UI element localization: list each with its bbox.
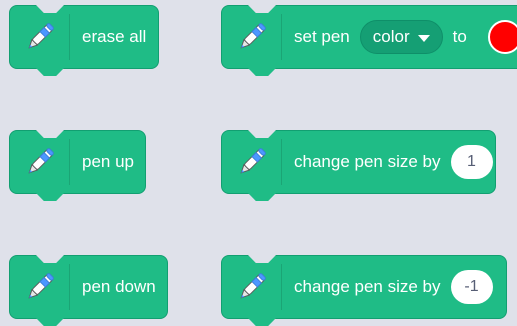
set-pen-label: set pen <box>294 27 350 46</box>
erase-all-label: erase all <box>82 27 147 46</box>
block-bottom-notch <box>248 318 276 326</box>
block-bottom-notch <box>36 193 64 201</box>
pen-icon <box>10 264 70 310</box>
block-bottom-notch <box>248 68 276 76</box>
change-pen-size-block[interactable]: change pen size by -1 <box>221 255 507 326</box>
pen-icon <box>10 139 70 185</box>
to-label: to <box>452 27 467 46</box>
block-top-notch <box>248 5 276 13</box>
chevron-down-icon <box>417 34 430 42</box>
block-top-notch <box>36 255 64 263</box>
block-top-notch <box>36 130 64 138</box>
pen-icon <box>222 14 282 60</box>
pen-param-dropdown[interactable]: color <box>359 20 443 54</box>
block-top-notch <box>248 255 276 263</box>
change-pen-size-label: change pen size by <box>294 277 441 296</box>
color-swatch-input[interactable] <box>488 20 517 54</box>
block-bottom-notch <box>36 318 64 326</box>
pen-down-block[interactable]: pen down <box>9 255 168 326</box>
erase-all-block[interactable]: erase all <box>9 5 159 76</box>
pen-icon <box>222 264 282 310</box>
pen-param-dropdown-value: color <box>372 27 410 46</box>
change-pen-size-label: change pen size by <box>294 152 441 171</box>
set-pen-color-block[interactable]: set pen color to <box>221 5 517 76</box>
block-top-notch <box>36 5 64 13</box>
pen-size-input[interactable]: -1 <box>450 270 493 304</box>
pen-down-label: pen down <box>82 277 156 296</box>
pen-icon <box>10 14 70 60</box>
change-pen-size-block[interactable]: change pen size by 1 <box>221 130 496 201</box>
pen-up-label: pen up <box>82 152 134 171</box>
block-top-notch <box>248 130 276 138</box>
pen-icon <box>222 139 282 185</box>
pen-size-input[interactable]: 1 <box>450 145 493 179</box>
pen-up-block[interactable]: pen up <box>9 130 146 201</box>
block-bottom-notch <box>248 193 276 201</box>
block-bottom-notch <box>36 68 64 76</box>
